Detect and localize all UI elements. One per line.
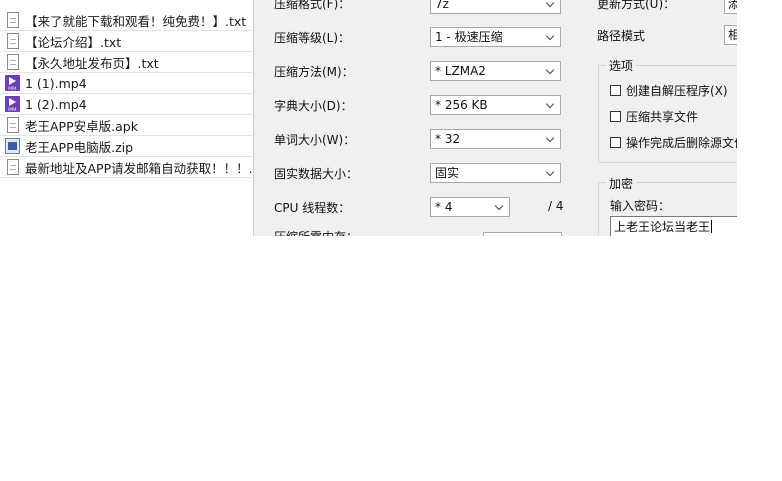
file-row[interactable]: 1 (2).mp4 (0, 94, 252, 115)
file-name: 【论坛介绍】.txt (25, 34, 122, 50)
method-select[interactable]: * LZMA2 (430, 61, 561, 81)
file-row[interactable]: 【论坛介绍】.txt (0, 31, 252, 52)
text-file-icon (7, 54, 19, 70)
format-label: 压缩格式(F)： (274, 0, 351, 11)
update-label: 更新方式(U)： (597, 0, 676, 11)
memory-value-box (483, 232, 562, 236)
text-caret (711, 220, 713, 233)
file-row[interactable]: 1 (1).mp4 (0, 73, 252, 94)
solid-label: 固实数据大小： (274, 167, 359, 181)
chevron-down-icon (496, 203, 504, 211)
file-row[interactable]: 【来了就能下载和观看！纯免费！】.txt (0, 10, 252, 31)
opt-shared-row[interactable]: 压缩共享文件 (610, 108, 698, 125)
text-file-icon (7, 33, 19, 49)
file-row[interactable]: 老王APP安卓版.apk (0, 115, 252, 136)
checkbox[interactable] (610, 85, 621, 96)
file-row[interactable]: 【永久地址发布页】.txt (0, 52, 252, 73)
chevron-down-icon (547, 135, 555, 143)
file-row[interactable]: 最新地址及APP请发邮箱自动获取！！！.... (0, 157, 252, 178)
memory-label: 压缩所需内存： (274, 228, 358, 236)
file-row[interactable]: 老王APP电脑版.zip (0, 136, 252, 157)
checkbox[interactable] (610, 137, 621, 148)
video-file-icon (5, 75, 20, 91)
video-file-icon (5, 96, 20, 112)
encrypt-title: 加密 (606, 175, 637, 192)
text-file-icon (7, 12, 19, 28)
file-name: 1 (2).mp4 (25, 96, 87, 112)
update-select[interactable]: 添 (724, 0, 737, 14)
dict-select[interactable]: * 256 KB (430, 95, 561, 115)
file-name: 1 (1).mp4 (25, 75, 87, 91)
checkbox[interactable] (610, 111, 621, 122)
path-select[interactable]: 相 (724, 25, 737, 45)
options-title: 选项 (606, 57, 637, 74)
method-label: 压缩方法(M)： (274, 65, 354, 79)
level-select[interactable]: 1 - 极速压缩 (430, 27, 561, 47)
opt-sfx-row[interactable]: 创建自解压程序(X) (610, 82, 728, 99)
opt-delete-row[interactable]: 操作完成后删除源文件 (610, 134, 737, 151)
cpu-total: / 4 (548, 199, 564, 213)
file-name: 老王APP安卓版.apk (25, 118, 138, 134)
file-name: 【来了就能下载和观看！纯免费！】.txt (25, 13, 247, 29)
level-label: 压缩等级(L)： (274, 31, 351, 45)
chevron-down-icon (547, 33, 555, 41)
cpu-select[interactable]: * 4 (430, 197, 510, 217)
password-input[interactable]: 上老王论坛当老王 (610, 216, 737, 236)
cpu-label: CPU 线程数： (274, 201, 351, 215)
path-label: 路径模式 (597, 29, 646, 43)
file-name: 【永久地址发布页】.txt (25, 55, 159, 71)
file-name: 最新地址及APP请发邮箱自动获取！！！.... (25, 160, 252, 176)
word-select[interactable]: * 32 (430, 129, 561, 149)
word-label: 单词大小(W)： (274, 133, 356, 147)
chevron-down-icon (547, 101, 555, 109)
chevron-down-icon (547, 0, 555, 8)
solid-select[interactable]: 固实 (430, 163, 561, 183)
text-file-icon (7, 159, 19, 175)
chevron-down-icon (547, 67, 555, 75)
file-list: 【来了就能下载和观看！纯免费！】.txt 【论坛介绍】.txt 【永久地址发布页】.… (0, 10, 252, 178)
text-file-icon (7, 117, 19, 133)
archive-file-icon (5, 138, 20, 154)
format-select[interactable]: 7z (430, 0, 561, 14)
dict-label: 字典大小(D)： (274, 99, 353, 113)
chevron-down-icon (547, 169, 555, 177)
password-label: 输入密码： (610, 199, 671, 213)
file-name: 老王APP电脑版.zip (25, 139, 134, 155)
compression-dialog: 压缩格式(F)： 7z 压缩等级(L)： 1 - 极速压缩 压缩方法(M)： *… (253, 0, 737, 236)
